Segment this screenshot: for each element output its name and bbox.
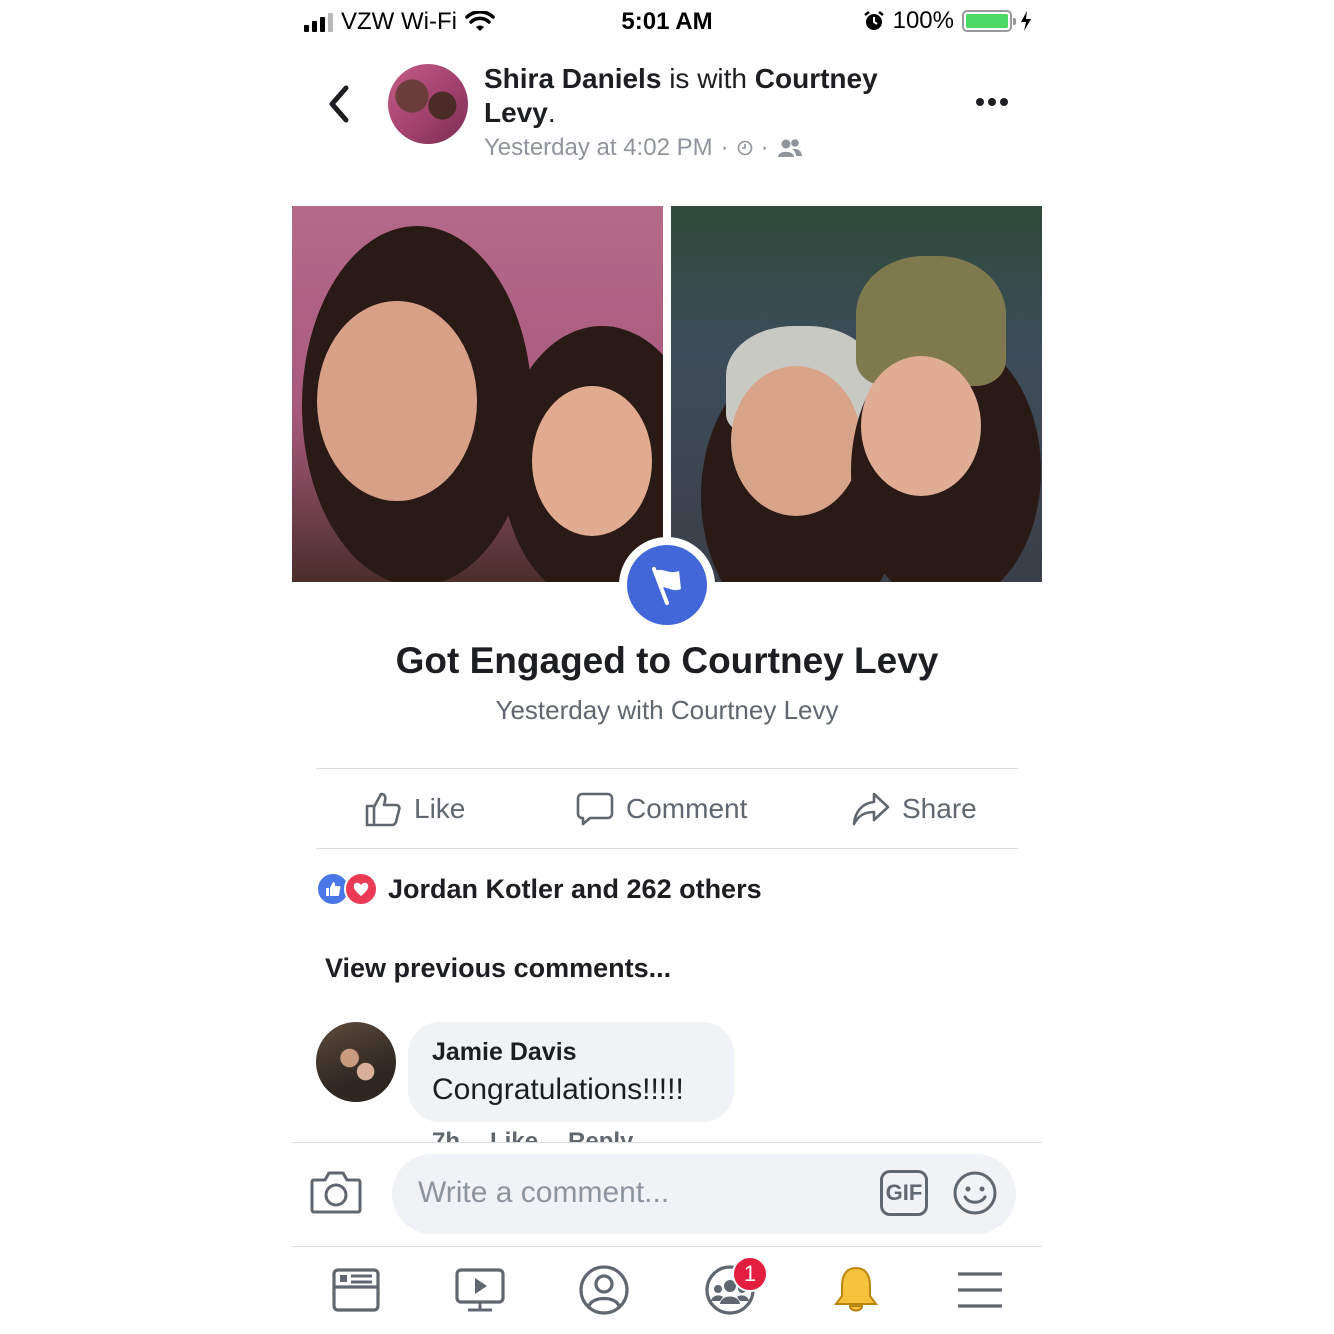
share-button[interactable]: Share <box>852 790 977 828</box>
emoji-button[interactable] <box>952 1170 998 1216</box>
comment-time: 7h <box>432 1128 461 1142</box>
life-event-subtitle: Yesterday with Courtney Levy <box>495 695 839 725</box>
more-dot <box>1000 98 1008 106</box>
comment-composer[interactable]: Write a comment... GIF <box>392 1154 1016 1234</box>
photo-face-shape <box>731 366 861 516</box>
tab-news-feed[interactable] <box>328 1262 384 1318</box>
love-reaction-icon <box>344 872 378 906</box>
composer-divider <box>292 1142 1042 1143</box>
life-event-badge <box>627 545 707 625</box>
tab-watch[interactable] <box>452 1262 508 1318</box>
post-photo-left[interactable] <box>292 206 663 582</box>
thumbs-up-icon <box>365 792 401 827</box>
life-event-title: Got Engaged to Courtney Levy <box>395 640 939 681</box>
camera-button[interactable] <box>310 1168 362 1216</box>
tabbar-divider <box>292 1246 1042 1247</box>
like-label: Like <box>414 793 466 824</box>
clock-icon <box>737 140 752 156</box>
groups-badge: 1 <box>732 1256 768 1292</box>
with-text: is with <box>669 63 747 94</box>
author-avatar[interactable] <box>388 64 468 144</box>
smiley-icon <box>953 1171 997 1215</box>
more-dot <box>988 98 996 106</box>
like-button[interactable]: Like <box>364 790 465 828</box>
status-bar: VZW Wi-Fi 5:01 AM 100% <box>292 0 1042 40</box>
photo-face-shape <box>532 386 652 536</box>
share-arrow-icon <box>852 792 890 826</box>
photo-face-shape <box>861 356 981 496</box>
title-period: . <box>547 97 556 128</box>
comment-meta: 7h Like Reply <box>432 1128 633 1142</box>
more-options-button[interactable] <box>972 92 1012 112</box>
reactions-text: Jordan Kotler and 262 others <box>388 873 762 904</box>
comment-button[interactable]: Comment <box>576 790 747 828</box>
comment-input[interactable]: Write a comment... <box>418 1176 669 1210</box>
comment-text: Congratulations!!!!! <box>432 1073 684 1106</box>
meta-separator-2: · <box>760 134 769 161</box>
chevron-left-icon <box>329 85 349 123</box>
flag-icon <box>652 567 681 605</box>
tab-profile[interactable] <box>576 1262 632 1318</box>
post-meta: Yesterday at 4:02 PM · · <box>484 134 803 162</box>
notifications-icon <box>834 1266 878 1312</box>
actions-top-divider <box>316 768 1018 769</box>
back-button[interactable] <box>320 82 360 126</box>
post-header-title: Shira Daniels is with Courtney Levy. <box>484 62 944 130</box>
post-photo-right[interactable] <box>671 206 1042 582</box>
battery-icon <box>962 10 1016 32</box>
comment-reply-link[interactable]: Reply <box>568 1128 633 1142</box>
camera-icon <box>310 1171 362 1214</box>
charging-icon <box>1021 11 1031 31</box>
post-screen: VZW Wi-Fi 5:01 AM 100% Shira Daniels is … <box>292 0 1042 1334</box>
photo-face-shape <box>317 301 477 501</box>
comment-bubble-icon <box>576 792 614 826</box>
watch-icon <box>455 1268 505 1312</box>
commenter-avatar[interactable] <box>316 1022 396 1102</box>
actions-bottom-divider <box>316 848 1018 849</box>
reactions-summary[interactable]: Jordan Kotler and 262 others <box>316 872 762 906</box>
tab-menu[interactable] <box>952 1262 1008 1318</box>
more-dot <box>976 98 984 106</box>
battery-percent: 100% <box>892 7 954 34</box>
profile-icon <box>579 1265 629 1315</box>
post-actions: Like Comment Share <box>316 770 1018 848</box>
comment-bubble[interactable]: Jamie Davis Congratulations!!!!! <box>408 1022 734 1122</box>
comment-like-link[interactable]: Like <box>490 1128 538 1142</box>
news-feed-icon <box>332 1268 380 1312</box>
share-label: Share <box>902 793 977 824</box>
author-name-link[interactable]: Shira Daniels <box>484 63 661 94</box>
comment-author[interactable]: Jamie Davis <box>432 1038 710 1067</box>
gif-button[interactable]: GIF <box>880 1170 928 1216</box>
comment-label: Comment <box>626 793 748 824</box>
view-previous-comments-link[interactable]: View previous comments... <box>325 953 671 984</box>
tab-notifications[interactable] <box>828 1262 884 1318</box>
friends-audience-icon[interactable] <box>777 138 803 158</box>
status-right: 100% <box>863 7 1032 35</box>
menu-icon <box>958 1272 1002 1308</box>
post-timestamp[interactable]: Yesterday at 4:02 PM <box>484 134 713 162</box>
meta-separator: · <box>720 134 729 161</box>
alarm-icon <box>863 11 884 30</box>
